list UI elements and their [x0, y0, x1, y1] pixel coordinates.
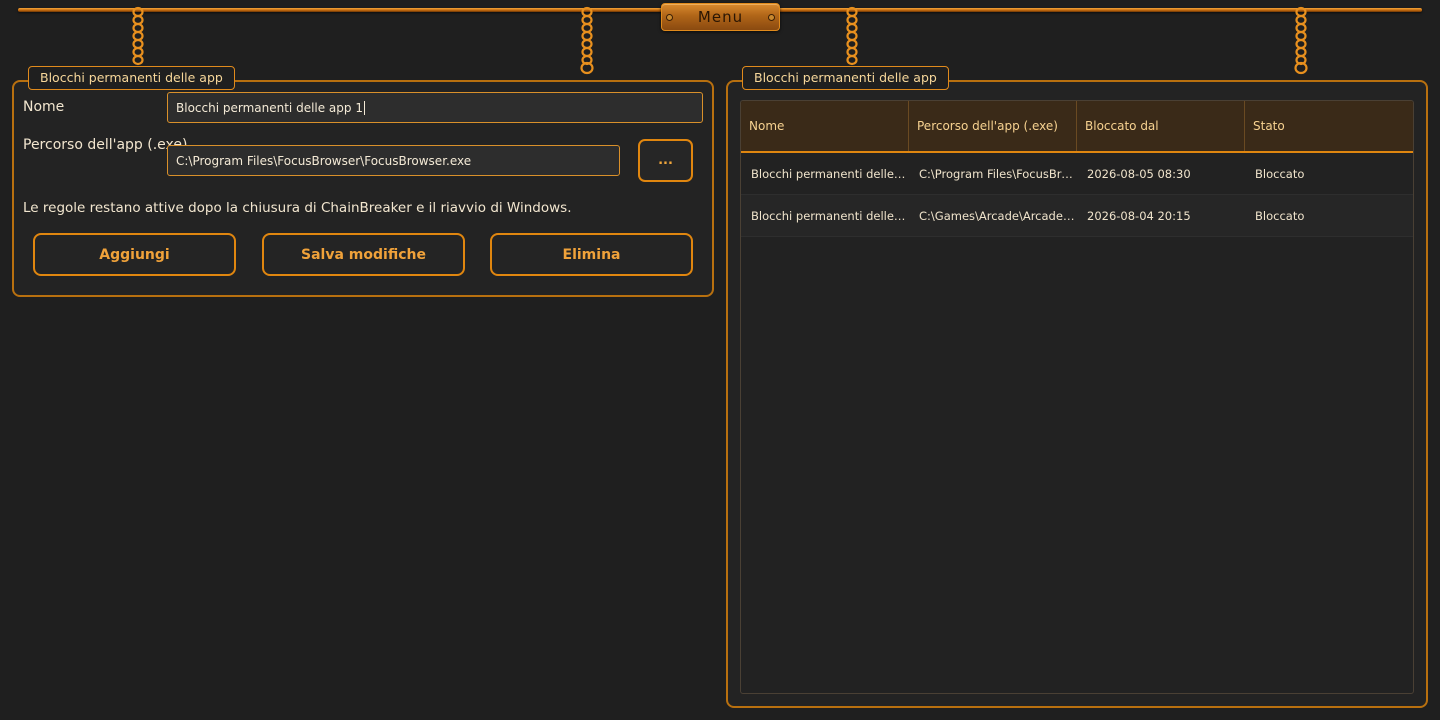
menu-button-label: Menu	[697, 8, 744, 26]
column-header-blocked-since[interactable]: Bloccato dal	[1077, 101, 1245, 151]
name-label: Nome	[23, 99, 65, 115]
path-input-value: C:\Program Files\FocusBrowser\FocusBrows…	[176, 153, 472, 168]
text-caret	[363, 100, 365, 115]
cell-name: Blocchi permanenti delle app 2	[751, 209, 909, 223]
path-label: Percorso dell'app (.exe)	[23, 137, 188, 153]
chain-decoration	[580, 6, 594, 80]
table-header: Nome Percorso dell'app (.exe) Bloccato d…	[741, 101, 1413, 153]
editor-panel-title: Blocchi permanenti delle app	[28, 66, 235, 90]
chain-decoration	[131, 6, 145, 68]
delete-button[interactable]: Elimina	[490, 233, 693, 276]
app-window: Menu Blocchi permanenti delle app Nome B…	[0, 0, 1440, 720]
name-input-value: Blocchi permanenti delle app 1	[176, 100, 363, 115]
chain-decoration	[1294, 6, 1308, 80]
rivet-icon	[666, 14, 673, 21]
menu-button[interactable]: Menu	[661, 3, 780, 31]
name-input[interactable]: Blocchi permanenti delle app 1	[167, 92, 703, 123]
cell-status: Bloccato	[1255, 167, 1305, 181]
blocks-table: Nome Percorso dell'app (.exe) Bloccato d…	[740, 100, 1414, 694]
chain-decoration	[845, 6, 859, 68]
rivet-icon	[768, 14, 775, 21]
cell-path: C:\Program Files\FocusBrowser\FocusBrows…	[919, 167, 1077, 181]
column-header-status[interactable]: Stato	[1245, 101, 1413, 151]
cell-status: Bloccato	[1255, 209, 1305, 223]
save-changes-button[interactable]: Salva modifiche	[262, 233, 465, 276]
cell-path: C:\Games\Arcade\Arcade.exe	[919, 209, 1077, 223]
path-input[interactable]: C:\Program Files\FocusBrowser\FocusBrows…	[167, 145, 620, 176]
table-row[interactable]: Blocchi permanenti delle app 1 C:\Progra…	[741, 153, 1413, 195]
list-panel-title: Blocchi permanenti delle app	[742, 66, 949, 90]
table-row[interactable]: Blocchi permanenti delle app 2 C:\Games\…	[741, 195, 1413, 237]
cell-blocked-since: 2026-08-04 20:15	[1087, 209, 1191, 223]
browse-button[interactable]: ...	[638, 139, 693, 182]
persistence-note: Le regole restano attive dopo la chiusur…	[23, 200, 572, 216]
column-header-name[interactable]: Nome	[741, 101, 909, 151]
column-header-path[interactable]: Percorso dell'app (.exe)	[909, 101, 1077, 151]
cell-blocked-since: 2026-08-05 08:30	[1087, 167, 1191, 181]
cell-name: Blocchi permanenti delle app 1	[751, 167, 909, 181]
add-button[interactable]: Aggiungi	[33, 233, 236, 276]
